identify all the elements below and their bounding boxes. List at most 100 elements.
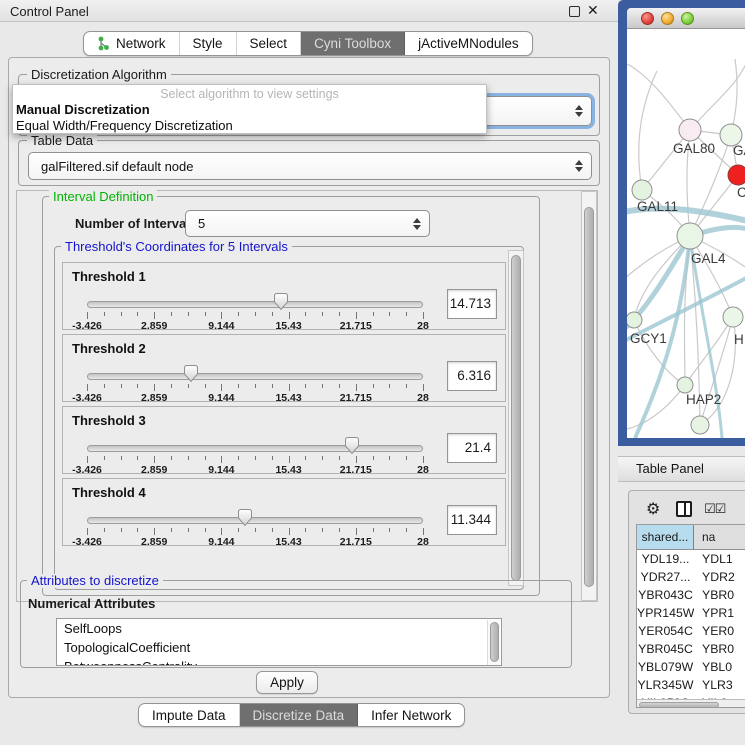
combo-arrows-icon	[571, 160, 587, 172]
inner-vertical-scrollbar[interactable]	[508, 250, 524, 586]
node-label: HAP2	[686, 392, 721, 407]
attributes-scrollbar-thumb[interactable]	[490, 622, 499, 662]
numerical-attributes-label: Numerical Attributes	[28, 596, 155, 611]
mac-close-icon[interactable]	[641, 12, 654, 25]
mac-zoom-icon[interactable]	[681, 12, 694, 25]
threshold-value-field[interactable]: 6.316	[447, 361, 497, 391]
attribute-item[interactable]: SelfLoops	[57, 619, 501, 638]
network-edge[interactable]	[627, 64, 690, 130]
outer-vertical-scrollbar[interactable]	[581, 191, 597, 601]
column-header-shared-name[interactable]: shared...	[637, 525, 694, 549]
settings-gear-icon[interactable]: ⚙	[646, 499, 660, 519]
float-window-icon[interactable]	[569, 6, 580, 17]
algorithm-dropdown-popup: Select algorithm to view settings Manual…	[12, 84, 487, 134]
network-canvas[interactable]: GAL80GACGAL11GAL4GCY1HHAP2	[627, 29, 745, 438]
attribute-item[interactable]: TopologicalCoefficient	[57, 638, 501, 657]
threshold-value-field[interactable]: 11.344	[447, 505, 497, 535]
cell-name: YBL0	[694, 658, 745, 676]
node-table: shared... na YDL19...YDL1YDR27...YDR2YBR…	[636, 524, 745, 708]
threshold-label: Threshold 2	[72, 341, 146, 356]
network-edge[interactable]	[639, 71, 657, 190]
threshold-slider-thumb[interactable]	[273, 292, 289, 311]
table-row[interactable]: YDL19...YDL1	[637, 550, 745, 568]
num-intervals-combo[interactable]: 5	[185, 210, 430, 237]
table-hscroll-thumb[interactable]	[639, 702, 719, 709]
network-node-gal11[interactable]	[632, 180, 652, 200]
control-panel: Control Panel ✕ NetworkStyleSelectCyni T…	[0, 0, 618, 745]
attribute-item[interactable]: BetweennessCentrality	[57, 657, 501, 666]
threshold-panel-2: Threshold 2-3.4262.8599.14415.4321.71528…	[62, 334, 506, 402]
inner-scrollbar-thumb[interactable]	[511, 255, 521, 581]
threshold-panel-1: Threshold 1-3.4262.8599.14415.4321.71528…	[62, 262, 506, 330]
network-node[interactable]	[691, 416, 709, 434]
select-columns-icon[interactable]: ☑☑	[704, 501, 725, 517]
node-label: H	[734, 332, 744, 347]
table-row[interactable]: YDR27...YDR2	[637, 568, 745, 586]
algorithm-option-manual[interactable]: Manual Discretization	[16, 102, 150, 117]
threshold-slider-track[interactable]	[87, 373, 423, 380]
threshold-label: Threshold 4	[72, 485, 146, 500]
cell-shared-name: YDL19...	[637, 550, 694, 568]
attributes-list-scrollbar[interactable]	[487, 620, 500, 666]
threshold-label: Threshold 1	[72, 269, 146, 284]
tick-label: 28	[417, 320, 429, 332]
control-panel-titlebar: Control Panel ✕	[0, 0, 618, 22]
network-edge[interactable]	[642, 130, 690, 190]
table-data-combo[interactable]: galFiltered.sif default node	[28, 152, 592, 180]
table-row[interactable]: YBR045CYBR0	[637, 640, 745, 658]
algorithm-option-equal-width[interactable]: Equal Width/Frequency Discretization	[16, 118, 233, 133]
cell-name: YDL1	[694, 550, 745, 568]
node-label: GAL11	[637, 199, 678, 214]
network-node-gcy1[interactable]	[627, 312, 642, 328]
threshold-slider-track[interactable]	[87, 301, 423, 308]
tick-label: 21.715	[340, 392, 372, 404]
tab-style[interactable]: Style	[180, 32, 237, 55]
tick-label: -3.426	[72, 392, 102, 404]
outer-scrollbar-thumb[interactable]	[584, 207, 594, 587]
tab-select[interactable]: Select	[237, 32, 302, 55]
threshold-panel-4: Threshold 4-3.4262.8599.14415.4321.71528…	[62, 478, 506, 546]
slider-ticks	[87, 312, 423, 320]
table-horizontal-scrollbar[interactable]	[637, 699, 745, 708]
network-node-h[interactable]	[723, 307, 743, 327]
network-node-gal4[interactable]	[677, 223, 703, 249]
network-window-titlebar[interactable]	[627, 8, 745, 29]
threshold-value-field[interactable]: 21.4	[447, 433, 497, 463]
threshold-slider-thumb[interactable]	[344, 436, 360, 455]
cell-shared-name: YLR345W	[637, 676, 694, 694]
tick-label: 9.144	[208, 464, 234, 476]
tab-cyni-toolbox[interactable]: Cyni Toolbox	[301, 32, 405, 55]
threshold-slider-thumb[interactable]	[237, 508, 253, 527]
table-row[interactable]: YBL079WYBL0	[637, 658, 745, 676]
threshold-slider-thumb[interactable]	[183, 364, 199, 383]
network-graph[interactable]: GAL80GACGAL11GAL4GCY1HHAP2	[627, 29, 745, 438]
cell-name: YDR2	[694, 568, 745, 586]
tick-label: 2.859	[141, 320, 167, 332]
apply-button[interactable]: Apply	[256, 671, 318, 694]
bottom-tab-impute-data[interactable]: Impute Data	[139, 704, 240, 726]
bottom-tab-infer-network[interactable]: Infer Network	[358, 704, 464, 726]
bottom-tab-discretize-data[interactable]: Discretize Data	[240, 704, 359, 726]
network-node-c[interactable]	[728, 165, 745, 185]
tick-label: 15.43	[275, 392, 301, 404]
table-row[interactable]: YER054CYER0	[637, 622, 745, 640]
network-node-gal80[interactable]	[679, 119, 701, 141]
column-layout-icon[interactable]	[676, 501, 692, 517]
cell-name: YBR0	[694, 586, 745, 604]
network-node-hap2[interactable]	[677, 377, 693, 393]
column-header-name[interactable]: na	[694, 525, 745, 549]
threshold-slider-track[interactable]	[87, 445, 423, 452]
table-row[interactable]: YPR145WYPR1	[637, 604, 745, 622]
close-icon[interactable]: ✕	[587, 2, 599, 19]
tick-label: 9.144	[208, 392, 234, 404]
mac-minimize-icon[interactable]	[661, 12, 674, 25]
node-label: GAL4	[691, 251, 726, 266]
node-label: GA	[733, 143, 745, 158]
table-row[interactable]: YLR345WYLR3	[637, 676, 745, 694]
network-edge[interactable]	[690, 236, 722, 438]
threshold-slider-track[interactable]	[87, 517, 423, 524]
threshold-value-field[interactable]: 14.713	[447, 289, 497, 319]
table-row[interactable]: YBR043CYBR0	[637, 586, 745, 604]
tab-network[interactable]: Network	[84, 32, 180, 55]
tab-jactivemnodules[interactable]: jActiveMNodules	[405, 32, 532, 55]
